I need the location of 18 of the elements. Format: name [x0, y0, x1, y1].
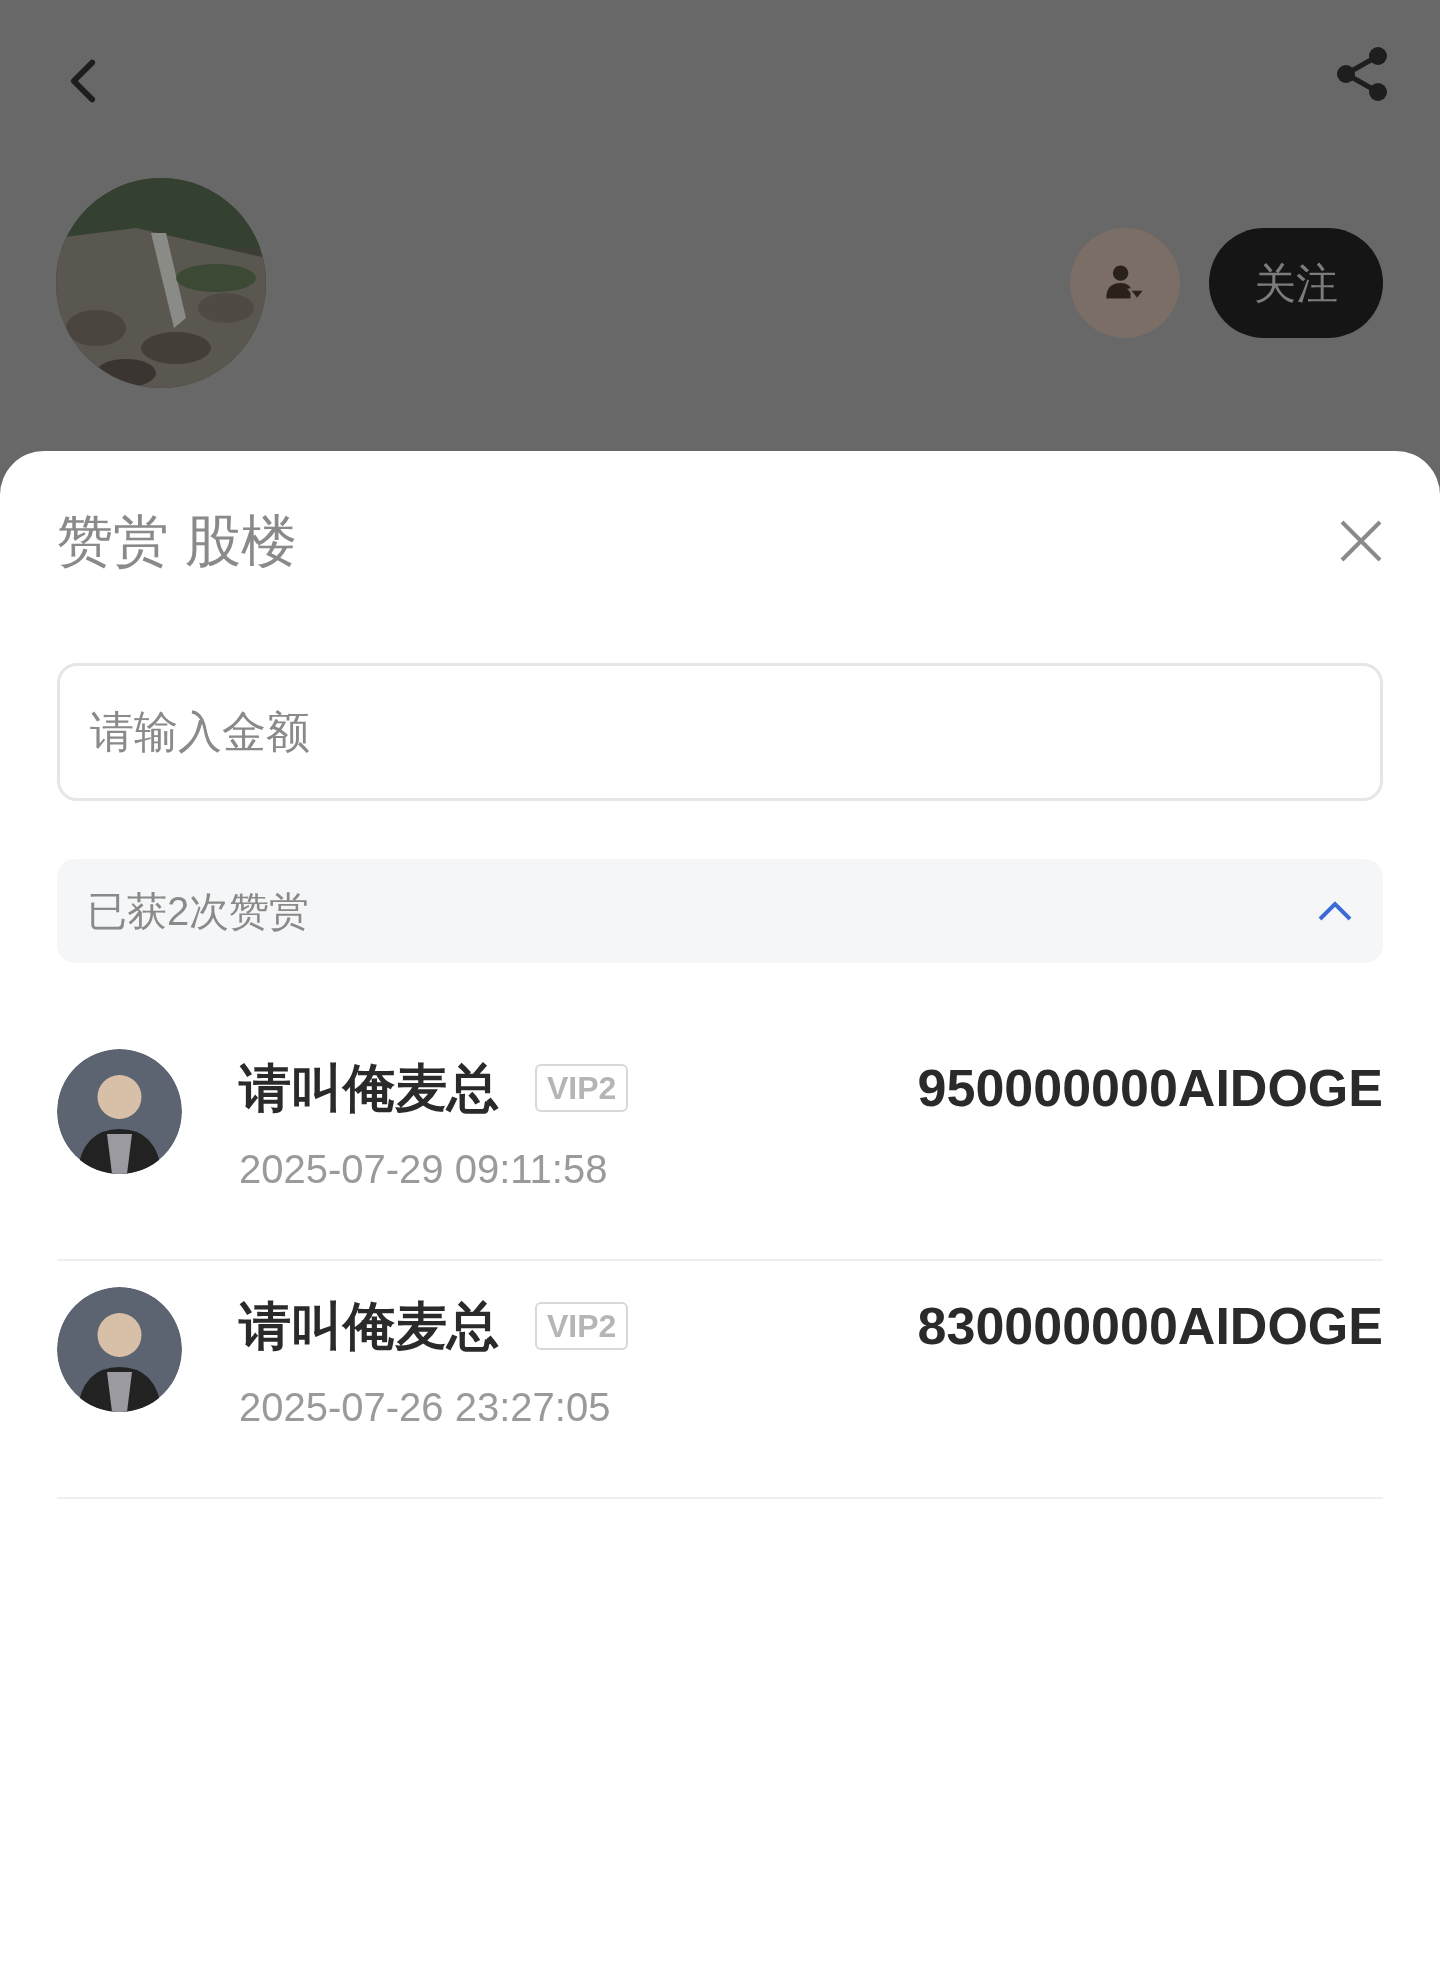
vip-badge: VIP2 [535, 1302, 629, 1350]
reward-amount: 950000000AIDOGE [917, 1058, 1383, 1119]
vip-badge: VIP2 [535, 1064, 629, 1112]
reward-amount: 830000000AIDOGE [917, 1296, 1383, 1357]
reward-summary-bar[interactable]: 已获2次赞赏 [57, 859, 1383, 963]
reward-time: 2025-07-26 23:27:05 [239, 1384, 612, 1431]
user-name: 请叫俺麦总 [239, 1296, 499, 1357]
sheet-title: 赞赏 股楼 [57, 508, 297, 574]
user-name: 请叫俺麦总 [239, 1058, 499, 1119]
close-icon[interactable] [1339, 519, 1383, 563]
share-icon[interactable] [1334, 46, 1390, 102]
avatar-icon [57, 1287, 182, 1412]
follow-button[interactable]: 关注 [1209, 228, 1383, 338]
avatar-icon [57, 1049, 182, 1174]
reward-count: 已获2次赞赏 [87, 888, 310, 935]
back-icon[interactable] [68, 58, 98, 104]
reward-time: 2025-07-29 09:11:58 [239, 1146, 609, 1193]
amount-field[interactable]: 请输入金额 [57, 663, 1383, 801]
